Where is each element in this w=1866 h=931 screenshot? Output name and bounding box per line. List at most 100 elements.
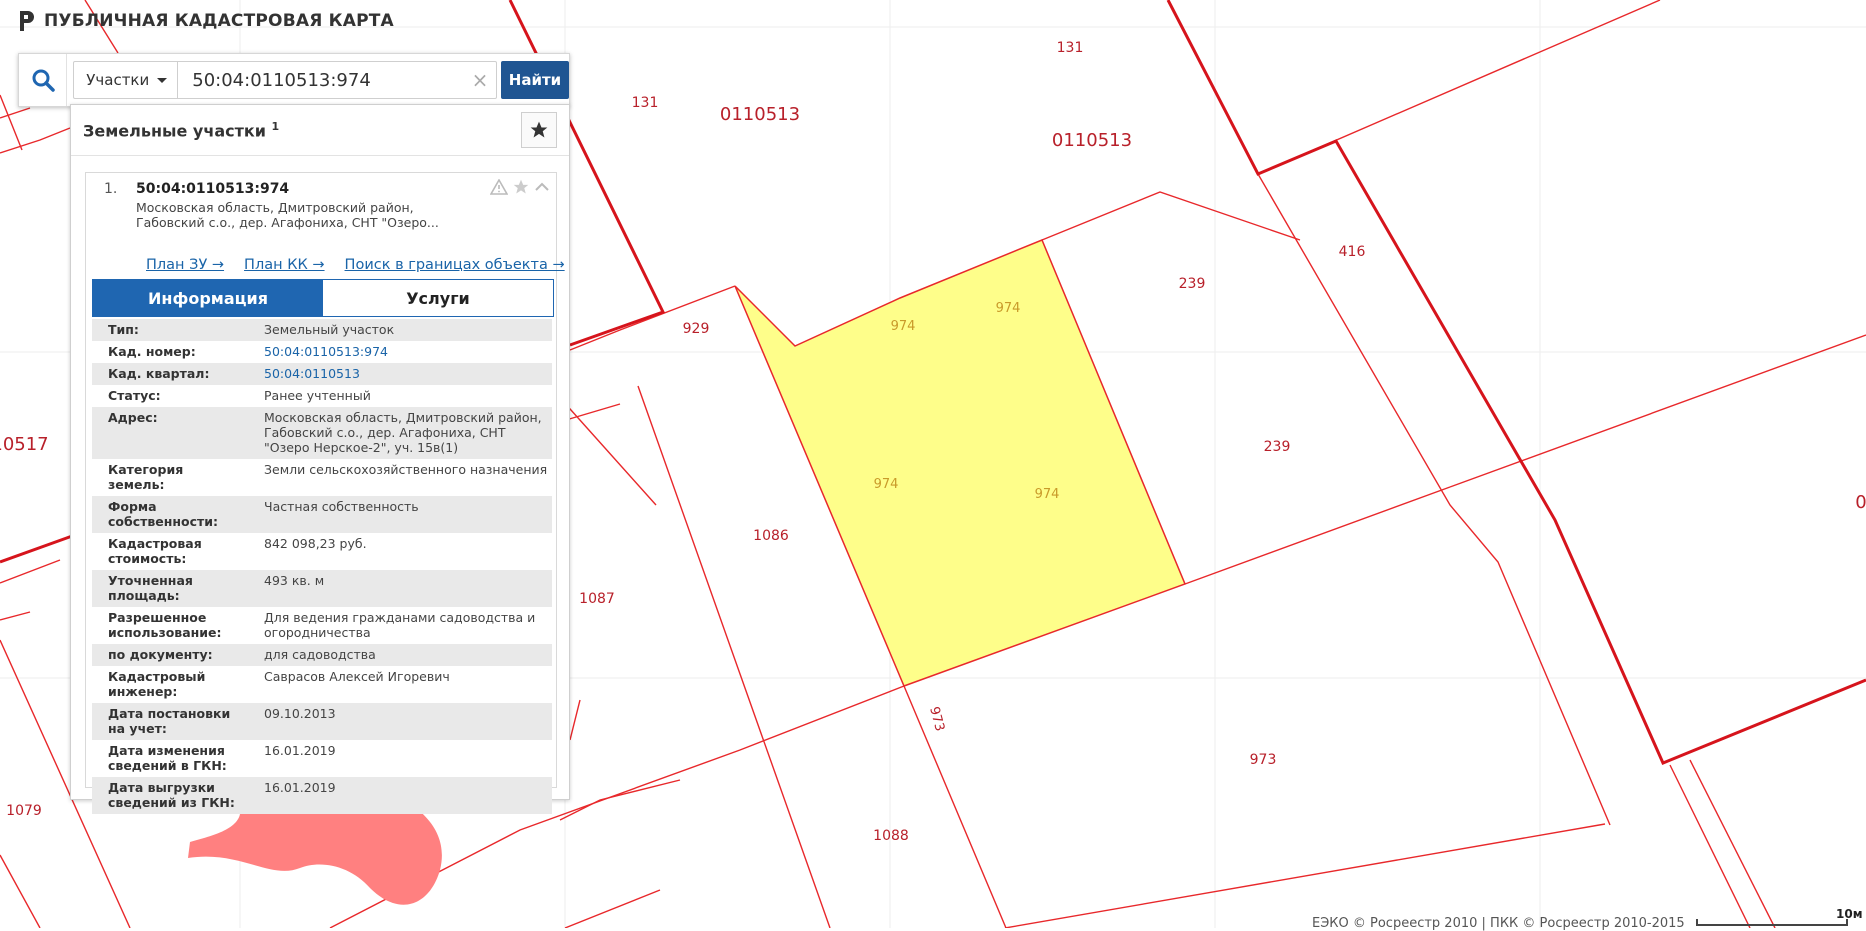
info-value: 16.01.2019: [264, 743, 336, 758]
result-links: План ЗУ → План КК → Поиск в границах объ…: [146, 257, 565, 273]
map-label: 0: [1855, 492, 1866, 513]
map-label: 973: [1250, 752, 1277, 768]
info-value: Московская область, Дмитровский район, Г…: [264, 410, 542, 455]
results-title: Земельные участки 1: [83, 120, 279, 140]
tab-services[interactable]: Услуги: [323, 280, 553, 316]
info-label: Статус:: [108, 388, 161, 403]
info-row-area: Уточненная площадь: 493 кв. м: [92, 570, 552, 607]
rosreestr-logo-icon: [20, 11, 34, 31]
warning-icon[interactable]: [490, 179, 508, 195]
link-search-in-bounds[interactable]: Поиск в границах объекта →: [345, 257, 565, 273]
search-bar: Участки × Найти: [18, 53, 570, 107]
parcel-label: 974: [874, 477, 899, 492]
copyright: ЕЭКО © Росреестр 2010 | ПКК © Росреестр …: [1312, 916, 1685, 931]
link-plan-kk[interactable]: План КК →: [244, 257, 325, 273]
map-label: 239: [1264, 439, 1291, 455]
info-row-permitted-use: Разрешенное использование: Для ведения г…: [92, 607, 552, 644]
info-label: Разрешенное использование:: [108, 610, 222, 640]
star-outline-icon[interactable]: [512, 179, 530, 195]
map-label: 1086: [753, 528, 789, 544]
chevron-up-icon[interactable]: [534, 179, 550, 195]
info-label: Дата выгрузки сведений из ГКН:: [108, 780, 235, 810]
info-row-land-category: Категория земель: Земли сельскохозяйстве…: [92, 459, 552, 496]
info-value: Саврасов Алексей Игоревич: [264, 669, 450, 684]
result-card: 1. 50:04:0110513:974 Московская область,…: [85, 172, 565, 814]
cadastral-number-link[interactable]: 50:04:0110513:974: [248, 341, 552, 363]
result-tabs: Информация Услуги: [92, 279, 554, 317]
parcel-label: 974: [1035, 487, 1060, 502]
search-field: Участки ×: [73, 61, 497, 99]
info-label: Кад. квартал:: [108, 366, 210, 381]
result-card-header[interactable]: 1. 50:04:0110513:974 Московская область,…: [86, 173, 556, 245]
info-table: Тип: Земельный участок Кад. номер: 50:04…: [92, 319, 552, 814]
info-row-cad-number: Кад. номер: 50:04:0110513:974: [92, 341, 552, 363]
info-row-by-document: по документу: для садоводства: [92, 644, 552, 666]
map-label: 929: [683, 321, 710, 337]
info-row-cost: Кадастровая стоимость: 842 098,23 руб.: [92, 533, 552, 570]
info-label: Тип:: [108, 322, 139, 337]
info-label: Уточненная площадь:: [108, 573, 193, 603]
search-input[interactable]: [178, 62, 464, 98]
object-type-select[interactable]: Участки: [74, 62, 179, 98]
info-label: Дата изменения сведений в ГКН:: [108, 743, 227, 773]
result-cadastral-number: 50:04:0110513:974: [136, 181, 290, 197]
info-value: Земли сельскохозяйственного назначения: [264, 462, 548, 477]
info-value: 493 кв. м: [264, 573, 325, 588]
result-address: Московская область, Дмитровский район, Г…: [136, 200, 439, 230]
results-count: 1: [271, 119, 280, 133]
info-row-type: Тип: Земельный участок: [92, 319, 552, 341]
tab-info[interactable]: Информация: [93, 280, 323, 316]
clear-search-button[interactable]: ×: [464, 68, 496, 92]
info-label: Форма собственности:: [108, 499, 219, 529]
info-row-status: Статус: Ранее учтенный: [92, 385, 552, 407]
map-label: 1088: [873, 828, 909, 844]
results-panel: Земельные участки 1 1. 50:04:0110513:974…: [70, 104, 570, 814]
map-label-rotated: 973: [926, 705, 947, 733]
info-label: Кад. номер:: [108, 344, 196, 359]
info-row-engineer: Кадастровый инженер: Саврасов Алексей Иг…: [92, 666, 552, 703]
map-label: 416: [1339, 244, 1366, 260]
map-label: 239: [1179, 276, 1206, 292]
favorites-button[interactable]: [521, 112, 557, 148]
map-label: 0110513: [1052, 130, 1132, 151]
info-label: Дата постановки на учет:: [108, 706, 231, 736]
info-row-cad-quarter: Кад. квартал: 50:04:0110513: [92, 363, 552, 385]
cadastral-quarter-link[interactable]: 50:04:0110513: [248, 363, 552, 385]
star-icon: [530, 121, 548, 138]
info-label: Адрес:: [108, 410, 158, 425]
info-value: 16.01.2019: [264, 780, 336, 795]
info-value: Земельный участок: [264, 322, 395, 337]
search-toggle[interactable]: [19, 54, 68, 106]
map-label: 1079: [6, 803, 42, 819]
info-label: по документу:: [108, 647, 213, 662]
object-type-label: Участки: [86, 71, 150, 89]
info-value: 09.10.2013: [264, 706, 336, 721]
map-label: 131: [632, 95, 659, 111]
results-header: Земельные участки 1: [71, 105, 569, 156]
info-value: Для ведения гражданами садоводства и ого…: [264, 610, 536, 640]
info-row-ownership: Форма собственности: Частная собственнос…: [92, 496, 552, 533]
scale-bar: [1696, 919, 1848, 926]
map-label: 10517: [0, 434, 49, 455]
info-row-export-date: Дата выгрузки сведений из ГКН: 16.01.201…: [92, 777, 552, 814]
info-value: 842 098,23 руб.: [264, 536, 367, 551]
info-value: Частная собственность: [264, 499, 419, 514]
parcel-label: 974: [891, 319, 916, 334]
chevron-down-icon: [157, 77, 168, 83]
info-value: для садоводства: [264, 647, 376, 662]
parcel-label: 974: [996, 301, 1021, 316]
info-row-registered-date: Дата постановки на учет: 09.10.2013: [92, 703, 552, 740]
search-icon: [32, 69, 55, 92]
map-label: 131: [1057, 40, 1084, 56]
app-header: ПУБЛИЧНАЯ КАДАСТРОВАЯ КАРТА: [16, 10, 394, 32]
app-title: ПУБЛИЧНАЯ КАДАСТРОВАЯ КАРТА: [44, 11, 394, 31]
find-button[interactable]: Найти: [501, 61, 569, 99]
info-label: Кадастровая стоимость:: [108, 536, 202, 566]
results-title-text: Земельные участки: [83, 121, 266, 141]
info-row-modified-date: Дата изменения сведений в ГКН: 16.01.201…: [92, 740, 552, 777]
info-value: Ранее учтенный: [264, 388, 371, 403]
link-plan-zu[interactable]: План ЗУ →: [146, 257, 224, 273]
map-label: 1087: [579, 591, 615, 607]
result-card-icons: [490, 179, 550, 195]
info-label: Категория земель:: [108, 462, 184, 492]
